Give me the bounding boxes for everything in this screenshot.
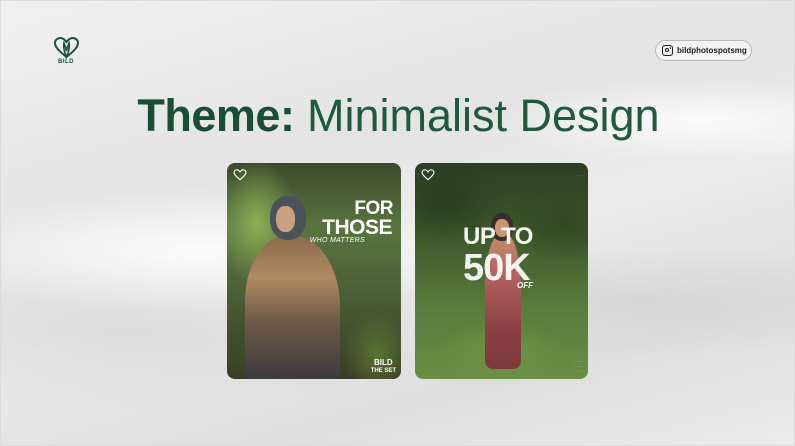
model-face (276, 206, 295, 232)
brand-logo: BILD (48, 37, 84, 69)
brand-logo-text: BILD (58, 59, 74, 65)
design-example-card-1: FOR THOSE WHO MATTERS BILD THE SET (227, 163, 401, 379)
heart-leaf-logo-icon (53, 37, 80, 59)
card-promo-line-1: UP TO (463, 223, 533, 250)
card-promo-line-3: OFF (517, 281, 533, 290)
instagram-handle: bildphotospotsmg (677, 46, 747, 55)
card-badge: BILD THE SET (371, 359, 396, 375)
title-theme-value: Minimalist Design (306, 90, 660, 141)
card-badge-line-2: THE SET (370, 368, 396, 374)
instagram-icon (662, 45, 673, 56)
card-badge-line-1: BILD (373, 358, 393, 367)
card-bottom-note: . . . . . . . . . . . . (574, 358, 582, 373)
card-bottom-note-line-3: . . . . (574, 368, 582, 373)
card-headline-line-3: WHO MATTERS (309, 237, 365, 244)
card-side-note: . . . . (576, 173, 582, 177)
card-headline-line-2: THOSE (322, 216, 392, 239)
page-title: Theme: Minimalist Design (1, 89, 794, 143)
title-theme-label: Theme: (137, 90, 295, 141)
slide: BILD bildphotospotsmg Theme: Minimalist … (0, 0, 795, 446)
card-logo-icon (421, 169, 435, 181)
model-figure (245, 235, 340, 379)
instagram-handle-pill[interactable]: bildphotospotsmg (655, 40, 752, 61)
card-logo-icon (233, 169, 247, 181)
design-example-card-2: . . . . UP TO 50K OFF . . . . . . . . . … (415, 163, 588, 379)
